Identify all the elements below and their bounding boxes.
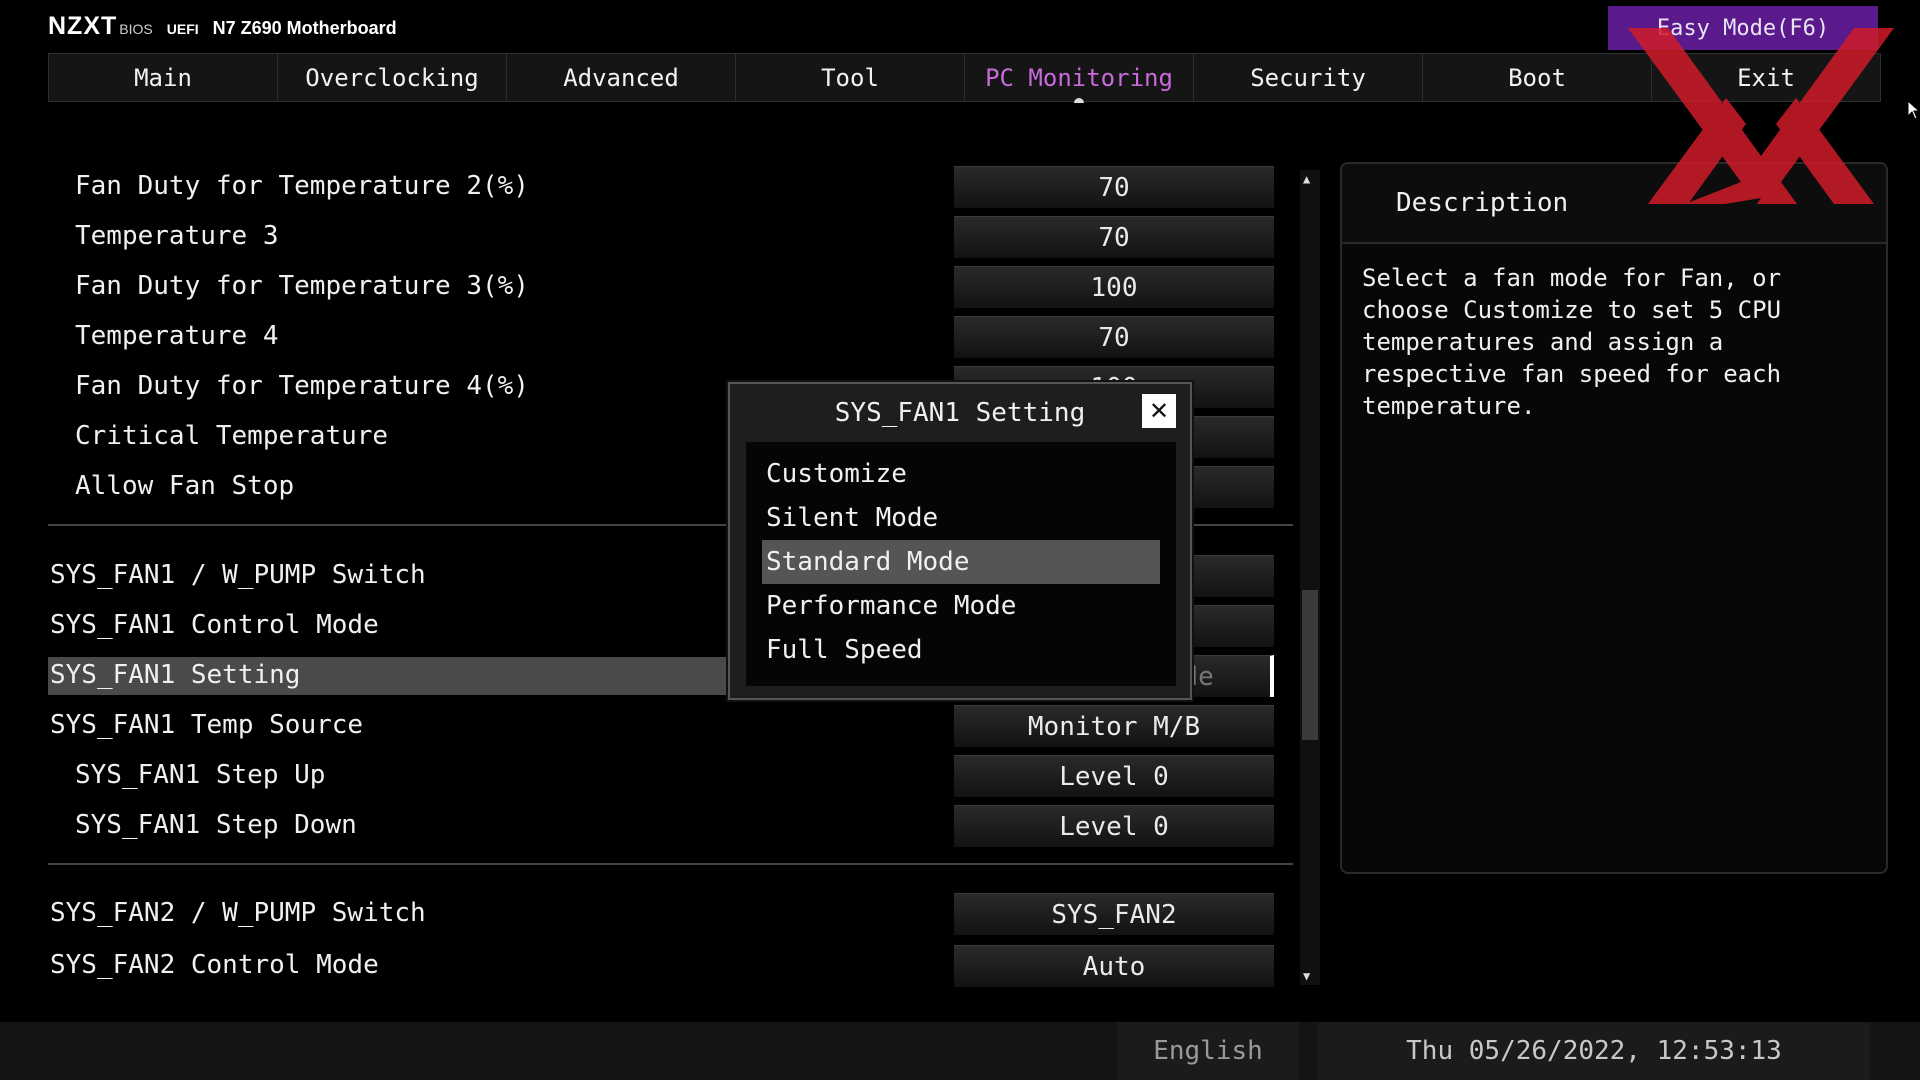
setting-label: SYS_FAN1 Step Up — [75, 760, 326, 790]
setting-value[interactable]: 70 — [954, 216, 1274, 258]
option-standard-mode[interactable]: Standard Mode — [762, 540, 1160, 584]
setting-row[interactable]: Fan Duty for Temperature 2(%) 70 — [48, 164, 1293, 208]
description-title: Description — [1342, 164, 1886, 244]
tab-advanced[interactable]: Advanced — [506, 53, 736, 102]
scrollbar-thumb[interactable] — [1302, 590, 1318, 740]
setting-value[interactable]: Level 0 — [954, 805, 1274, 847]
mouse-cursor-icon — [1907, 100, 1920, 120]
setting-label: SYS_FAN2 / W_PUMP Switch — [50, 898, 426, 928]
setting-label: Fan Duty for Temperature 2(%) — [75, 171, 529, 201]
section-divider — [48, 863, 1293, 865]
brand-header: NZXT BIOS UEFI N7 Z690 Motherboard — [48, 12, 397, 41]
uefi-label: UEFI — [166, 21, 199, 37]
setting-label: Temperature 4 — [75, 321, 279, 351]
nzxt-logo: NZXT — [48, 12, 118, 40]
tab-overclocking[interactable]: Overclocking — [277, 53, 507, 102]
scroll-up-icon[interactable]: ▲ — [1303, 172, 1310, 186]
easy-mode-button[interactable]: Easy Mode(F6) — [1608, 6, 1878, 50]
setting-value[interactable]: 100 — [954, 266, 1274, 308]
setting-row[interactable]: Fan Duty for Temperature 3(%) 100 — [48, 264, 1293, 308]
setting-row[interactable]: SYS_FAN1 Temp Source Monitor M/B — [48, 703, 1293, 747]
bios-label: BIOS — [119, 21, 153, 37]
setting-label: Temperature 3 — [75, 221, 279, 251]
setting-row[interactable]: Temperature 3 70 — [48, 214, 1293, 258]
setting-label: Critical Temperature — [75, 421, 389, 451]
setting-value[interactable]: Monitor M/B — [954, 705, 1274, 747]
setting-row[interactable]: SYS_FAN1 Step Up Level 0 — [48, 753, 1293, 797]
setting-value[interactable]: Level 0 — [954, 755, 1274, 797]
tab-tool[interactable]: Tool — [735, 53, 965, 102]
dialog-options-list: Customize Silent Mode Standard Mode Perf… — [746, 442, 1176, 686]
board-name: N7 Z690 Motherboard — [212, 18, 397, 38]
setting-label: Fan Duty for Temperature 4(%) — [75, 371, 529, 401]
option-customize[interactable]: Customize — [762, 452, 1160, 496]
bios-screen: NZXT BIOS UEFI N7 Z690 Motherboard Easy … — [0, 0, 1920, 1080]
dialog-title: SYS_FAN1 Setting — [834, 398, 1086, 428]
setting-value[interactable]: 70 — [954, 316, 1274, 358]
close-icon[interactable]: ✕ — [1142, 394, 1176, 428]
fan-setting-dialog: SYS_FAN1 Setting ✕ Customize Silent Mode… — [728, 382, 1192, 700]
setting-value[interactable]: SYS_FAN2 — [954, 893, 1274, 935]
tab-security[interactable]: Security — [1193, 53, 1423, 102]
option-performance-mode[interactable]: Performance Mode — [762, 584, 1160, 628]
setting-value[interactable]: Auto — [954, 945, 1274, 987]
datetime-display: Thu 05/26/2022, 12:53:13 — [1318, 1022, 1870, 1080]
setting-label: SYS_FAN1 / W_PUMP Switch — [50, 560, 426, 590]
status-bar: English Thu 05/26/2022, 12:53:13 — [0, 1022, 1920, 1080]
tab-pc-monitoring[interactable]: PC Monitoring — [964, 53, 1194, 103]
setting-row[interactable]: SYS_FAN2 / W_PUMP Switch SYS_FAN2 — [48, 891, 1293, 935]
main-tabs: Main Overclocking Advanced Tool PC Monit… — [48, 53, 1881, 103]
setting-label: Fan Duty for Temperature 3(%) — [75, 271, 529, 301]
tab-exit[interactable]: Exit — [1651, 53, 1881, 102]
language-button[interactable]: English — [1117, 1022, 1299, 1080]
description-text: Select a fan mode for Fan, or choose Cus… — [1362, 264, 1782, 420]
setting-label: SYS_FAN2 Control Mode — [50, 950, 379, 980]
option-full-speed[interactable]: Full Speed — [762, 628, 1160, 672]
setting-label: SYS_FAN1 Step Down — [75, 810, 357, 840]
setting-row[interactable]: SYS_FAN1 Step Down Level 0 — [48, 803, 1293, 847]
setting-label: SYS_FAN1 Control Mode — [50, 610, 379, 640]
tab-boot[interactable]: Boot — [1422, 53, 1652, 102]
tab-main[interactable]: Main — [48, 53, 278, 102]
settings-scrollbar[interactable]: ▲ ▼ — [1300, 170, 1320, 985]
setting-label: SYS_FAN1 Setting — [50, 660, 301, 690]
setting-row[interactable]: SYS_FAN2 Control Mode Auto — [48, 943, 1293, 987]
description-panel: Description Select a fan mode for Fan, o… — [1340, 162, 1888, 874]
setting-label: SYS_FAN1 Temp Source — [50, 710, 364, 740]
setting-value[interactable]: 70 — [954, 166, 1274, 208]
scroll-down-icon[interactable]: ▼ — [1303, 969, 1310, 983]
option-silent-mode[interactable]: Silent Mode — [762, 496, 1160, 540]
setting-label: Allow Fan Stop — [75, 471, 295, 501]
setting-row[interactable]: Temperature 4 70 — [48, 314, 1293, 358]
